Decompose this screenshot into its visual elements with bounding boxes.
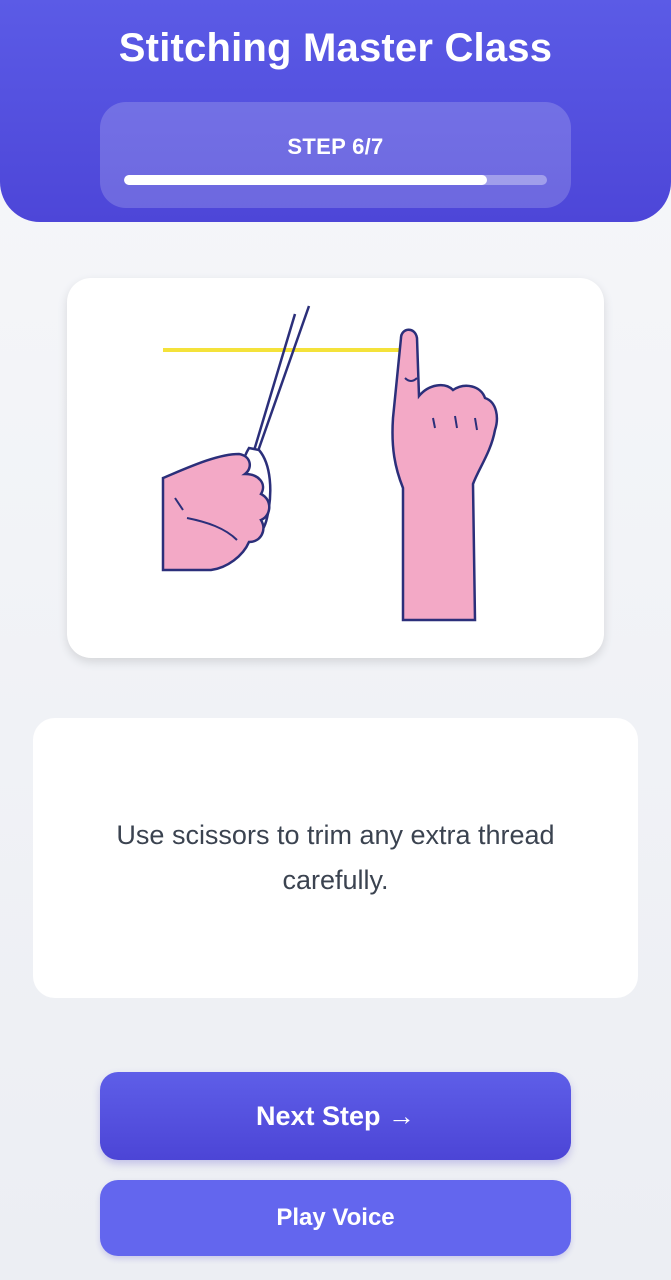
app-title: Stitching Master Class (118, 26, 553, 70)
pointing-hand-icon (391, 328, 499, 622)
progress-bar (124, 175, 547, 185)
step-illustration (161, 305, 499, 622)
step-label: STEP 6/7 (287, 134, 384, 159)
header: Stitching Master Class STEP 6/7 (0, 0, 671, 222)
instruction-text: Use scissors to trim any extra thread ca… (116, 820, 555, 895)
step-indicator: STEP 6/7 (100, 102, 571, 208)
next-step-button[interactable]: Next Step → (100, 1072, 571, 1160)
play-voice-button[interactable]: Play Voice (100, 1180, 571, 1256)
progress-fill (124, 175, 487, 185)
step-illustration-card (67, 278, 604, 658)
instruction-card: Use scissors to trim any extra thread ca… (33, 718, 638, 998)
